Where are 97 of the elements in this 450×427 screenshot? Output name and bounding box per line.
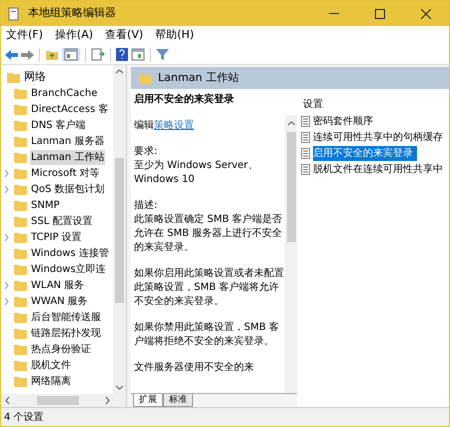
description-paragraph: 如果你禁用此策略设置，SMB 客户端将拒绝不安全的来宾登录。: [134, 321, 280, 349]
tree-item[interactable]: 网络: [24, 68, 46, 86]
folder-icon: [7, 72, 20, 82]
forward-arrow-icon[interactable]: [21, 48, 34, 60]
scroll-left-icon[interactable]: [5, 397, 10, 404]
scroll-up-icon[interactable]: [116, 69, 123, 74]
folder-icon: [14, 328, 27, 338]
console-tree-icon[interactable]: [64, 48, 78, 61]
tree-item[interactable]: 链路层拓扑发现: [30, 326, 102, 340]
policy-icon: [301, 148, 310, 158]
window-title: 本地组策略编辑器: [28, 5, 116, 22]
folder-icon: [14, 200, 27, 210]
folder-icon: [14, 264, 27, 274]
folder-icon: [14, 104, 27, 114]
close-icon: [421, 8, 431, 18]
policy-title: 启用不安全的来宾登录: [134, 93, 235, 107]
scroll-right-icon[interactable]: [105, 397, 110, 404]
menu-item[interactable]: 帮助(H): [155, 27, 194, 44]
tree-item[interactable]: 脱机文件: [30, 358, 72, 372]
description-label: 描述:: [134, 199, 158, 213]
expand-chevron-icon[interactable]: [4, 186, 9, 192]
folder-icon: [14, 232, 27, 242]
description-paragraph: 如果你启用此策略设置或者未配置此策略设置，SMB 客户端将允许不安全的来宾登录。: [134, 267, 285, 309]
edit-label: 编辑: [134, 120, 154, 131]
tree-item[interactable]: DNS 客户端: [30, 118, 87, 132]
description-paragraph: 文件服务器使用不安全的来: [134, 361, 255, 375]
folder-icon: [14, 184, 27, 194]
scrollbar-thumb[interactable]: [286, 132, 296, 242]
expand-chevron-icon[interactable]: [4, 170, 9, 176]
policy-icon: [301, 116, 310, 126]
tree-item[interactable]: 网络隔离: [30, 374, 72, 388]
scroll-down-icon[interactable]: [116, 385, 123, 390]
menu-item[interactable]: 文件(F): [6, 27, 43, 44]
maximize-icon: [375, 8, 385, 18]
folder-icon: [14, 120, 27, 130]
expand-chevron-icon[interactable]: [4, 234, 9, 240]
tree-item[interactable]: DirectAccess 客: [30, 102, 110, 116]
menu-item[interactable]: 操作(A): [54, 27, 94, 44]
tree-item[interactable]: 后台智能传送服: [30, 310, 102, 324]
status-text: 4 个设置: [4, 410, 44, 424]
menu-item[interactable]: 查看(V): [105, 27, 144, 44]
header-title: Lanman 工作站: [158, 70, 239, 86]
folder-icon: [14, 152, 27, 162]
vertical-scrollbar[interactable]: [113, 65, 126, 394]
expand-chevron-icon[interactable]: [4, 298, 9, 304]
setting-item[interactable]: 脱机文件在连续可用性共享中: [313, 162, 447, 176]
requirements-label: 要求:: [134, 145, 158, 159]
folder-icon: [14, 344, 27, 354]
setting-item[interactable]: 密码套件顺序: [313, 114, 377, 128]
tree-item[interactable]: TCPIP 设置: [30, 230, 83, 244]
console-window-icon[interactable]: [131, 48, 145, 61]
folder-icon: [139, 72, 152, 84]
folder-icon: [14, 216, 27, 226]
folder-icon: [14, 136, 27, 146]
tree-item[interactable]: Windows立即连: [30, 262, 107, 276]
folder-up-icon[interactable]: [45, 48, 59, 61]
folder-icon: [14, 360, 27, 370]
policy-icon: [301, 164, 310, 174]
tree-item[interactable]: WWAN 服务: [30, 294, 89, 308]
vertical-scrollbar[interactable]: [285, 115, 297, 393]
setting-item[interactable]: 连续可用性共享中的句柄缓存: [313, 130, 447, 144]
app-icon: [8, 6, 20, 20]
tab[interactable]: 标准: [163, 394, 193, 407]
minimize-icon: [329, 13, 339, 14]
back-arrow-icon[interactable]: [5, 48, 18, 60]
folder-icon: [14, 280, 27, 290]
folder-icon: [14, 168, 27, 178]
horizontal-scrollbar[interactable]: [1, 394, 126, 407]
column-header[interactable]: 设置: [299, 97, 449, 113]
help-icon[interactable]: [116, 48, 128, 61]
tree-item[interactable]: 热点身份验证: [30, 342, 92, 356]
tree-item[interactable]: SSL 配置设置: [30, 214, 94, 228]
policy-icon: [301, 132, 310, 142]
tree-item[interactable]: Lanman 工作站: [30, 150, 106, 164]
setting-item[interactable]: 启用不安全的来宾登录: [313, 146, 417, 160]
filter-icon[interactable]: [156, 48, 169, 61]
tree-item[interactable]: SNMP: [30, 198, 60, 212]
tree-item[interactable]: QoS 数据包计划: [30, 182, 106, 196]
export-list-icon[interactable]: [91, 48, 105, 61]
tree-item[interactable]: Lanman 服务器: [30, 134, 106, 148]
description-paragraph: 此策略设置确定 SMB 客户端是否允许在 SMB 服务器上进行不安全的来宾登录。: [134, 213, 284, 255]
folder-icon: [14, 376, 27, 386]
folder-icon: [14, 296, 27, 306]
tree-item[interactable]: Microsoft 对等: [30, 166, 101, 180]
requirements-text: 至少为 Windows Server、Windows 10: [134, 159, 259, 187]
tree-item[interactable]: Windows 连接管: [30, 246, 110, 260]
scrollbar-thumb[interactable]: [37, 396, 79, 405]
folder-icon: [14, 248, 27, 258]
policy-settings-link[interactable]: 策略设置: [154, 120, 194, 131]
tab[interactable]: 扩展: [133, 394, 163, 407]
scroll-up-icon[interactable]: [288, 121, 294, 126]
scrollbar-thumb[interactable]: [115, 158, 124, 303]
tree-item[interactable]: BranchCache: [30, 86, 98, 100]
folder-icon: [14, 88, 27, 98]
tree-item[interactable]: WLAN 服务: [30, 278, 86, 292]
expand-chevron-icon[interactable]: [4, 282, 9, 288]
folder-icon: [14, 312, 27, 322]
